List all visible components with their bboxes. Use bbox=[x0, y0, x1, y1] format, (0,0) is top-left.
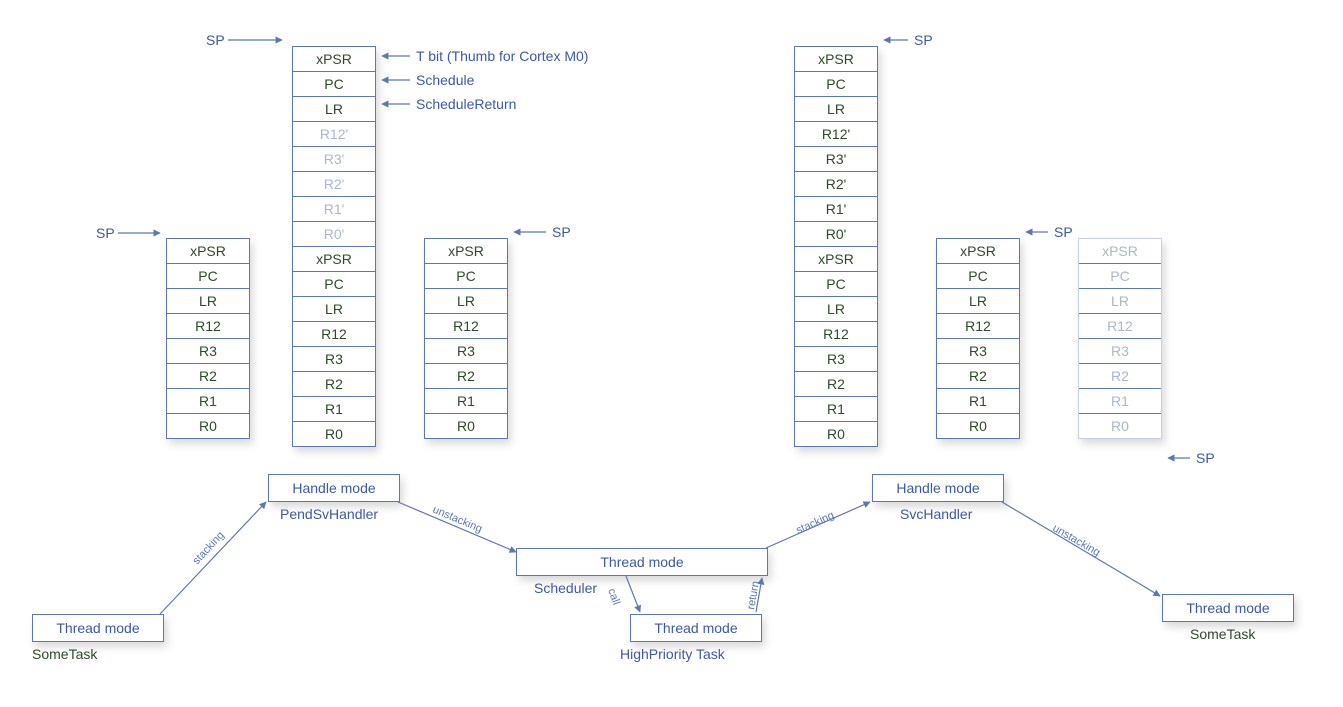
sometask-1-label: SomeTask bbox=[32, 646, 97, 662]
stack-cell: R12' bbox=[795, 121, 877, 146]
sp-label-4: SP bbox=[914, 32, 933, 48]
stack-cell: R1' bbox=[795, 196, 877, 221]
stack-cell: R3 bbox=[1079, 338, 1161, 363]
sp-label-2: SP bbox=[96, 225, 115, 241]
edge-unstacking-2: unstacking bbox=[1051, 522, 1103, 559]
stack-right-small: xPSR PC LR R12 R3 R2 R1 R0 bbox=[936, 238, 1020, 439]
stack-cell: PC bbox=[293, 271, 375, 296]
stack-cell: LR bbox=[167, 288, 249, 313]
stack-cell: PC bbox=[795, 271, 877, 296]
stack-cell: R12' bbox=[293, 121, 375, 146]
svchandler-label: SvcHandler bbox=[900, 506, 972, 522]
stack-cell: R2 bbox=[293, 371, 375, 396]
stack-cell: R12 bbox=[167, 313, 249, 338]
stack-cell: R3' bbox=[795, 146, 877, 171]
stack-cell: R2 bbox=[1079, 363, 1161, 388]
stack-cell: R1 bbox=[293, 396, 375, 421]
stack-cell: R12 bbox=[425, 313, 507, 338]
stack-cell: PC bbox=[937, 263, 1019, 288]
stack-cell: R0 bbox=[795, 421, 877, 446]
stack-cell: R2 bbox=[425, 363, 507, 388]
stack-cell: LR bbox=[795, 296, 877, 321]
annotation-schedule-return: ScheduleReturn bbox=[416, 96, 516, 112]
edge-stacking-2: stacking bbox=[794, 509, 836, 536]
stack-cell: R12 bbox=[1079, 313, 1161, 338]
stack-cell: R3 bbox=[937, 338, 1019, 363]
sp-label-1: SP bbox=[206, 32, 225, 48]
edge-stacking-1: stacking bbox=[190, 529, 226, 567]
sp-label-5: SP bbox=[1054, 224, 1073, 240]
stack-left-small: xPSR PC LR R12 R3 R2 R1 R0 bbox=[166, 238, 250, 439]
stack-cell: LR bbox=[425, 288, 507, 313]
stack-cell: PC bbox=[1079, 263, 1161, 288]
stack-cell: R1 bbox=[425, 388, 507, 413]
stack-cell: LR bbox=[1079, 288, 1161, 313]
stack-cell: R12 bbox=[795, 321, 877, 346]
stack-cell: R0 bbox=[425, 413, 507, 438]
stack-cell: R0 bbox=[937, 413, 1019, 438]
stack-cell: R3' bbox=[293, 146, 375, 171]
stack-cell: xPSR bbox=[795, 246, 877, 271]
stack-cell: R2' bbox=[293, 171, 375, 196]
stack-cell: R12 bbox=[293, 321, 375, 346]
stack-cell: PC bbox=[293, 71, 375, 96]
stack-mid-small: xPSR PC LR R12 R3 R2 R1 R0 bbox=[424, 238, 508, 439]
stack-right-tall: xPSR PC LR R12' R3' R2' R1' R0' xPSR PC … bbox=[794, 46, 878, 447]
stack-cell: R1 bbox=[1079, 388, 1161, 413]
thread-mode-hp: Thread mode bbox=[630, 614, 762, 642]
stack-right-faded: xPSR PC LR R12 R3 R2 R1 R0 bbox=[1078, 238, 1162, 439]
stack-cell: PC bbox=[425, 263, 507, 288]
handle-mode-1: Handle mode bbox=[268, 474, 400, 502]
pendsv-handler-label: PendSvHandler bbox=[280, 506, 378, 522]
annotation-schedule: Schedule bbox=[416, 72, 474, 88]
stack-cell: R2' bbox=[795, 171, 877, 196]
stack-cell: R0' bbox=[293, 221, 375, 246]
sometask-2-label: SomeTask bbox=[1190, 626, 1255, 642]
scheduler-label: Scheduler bbox=[534, 580, 597, 596]
stack-cell: R3 bbox=[167, 338, 249, 363]
stack-cell: PC bbox=[795, 71, 877, 96]
stack-cell: R1 bbox=[795, 396, 877, 421]
highpriority-label: HighPriority Task bbox=[620, 646, 725, 662]
stack-cell: PC bbox=[167, 263, 249, 288]
stack-cell: R0 bbox=[167, 413, 249, 438]
stack-cell: xPSR bbox=[937, 239, 1019, 263]
sp-label-6: SP bbox=[1196, 450, 1215, 466]
stack-cell: R2 bbox=[167, 363, 249, 388]
stack-cell: xPSR bbox=[1079, 239, 1161, 263]
stack-cell: R1 bbox=[167, 388, 249, 413]
stack-cell: R3 bbox=[795, 346, 877, 371]
stack-cell: R0 bbox=[1079, 413, 1161, 438]
stack-cell: R0 bbox=[293, 421, 375, 446]
sp-label-3: SP bbox=[552, 224, 571, 240]
stack-left-tall: xPSR PC LR R12' R3' R2' R1' R0' xPSR PC … bbox=[292, 46, 376, 447]
edge-call: call bbox=[605, 587, 622, 607]
stack-cell: LR bbox=[293, 296, 375, 321]
stack-cell: LR bbox=[937, 288, 1019, 313]
stack-cell: R12 bbox=[937, 313, 1019, 338]
annotation-tbit: T bit (Thumb for Cortex M0) bbox=[416, 48, 588, 64]
thread-mode-right: Thread mode bbox=[1162, 594, 1294, 622]
stack-cell: R2 bbox=[937, 363, 1019, 388]
edge-return: return bbox=[745, 580, 762, 610]
stack-cell: LR bbox=[795, 96, 877, 121]
thread-mode-left: Thread mode bbox=[32, 614, 164, 642]
stack-cell: R3 bbox=[293, 346, 375, 371]
stack-cell: R0' bbox=[795, 221, 877, 246]
stack-cell: xPSR bbox=[293, 246, 375, 271]
stack-cell: R3 bbox=[425, 338, 507, 363]
edge-unstacking-1: unstacking bbox=[431, 504, 484, 536]
stack-cell: R2 bbox=[795, 371, 877, 396]
stack-cell: LR bbox=[293, 96, 375, 121]
stack-cell: R1 bbox=[937, 388, 1019, 413]
stack-cell: xPSR bbox=[795, 47, 877, 71]
stack-cell: xPSR bbox=[167, 239, 249, 263]
stack-cell: xPSR bbox=[293, 47, 375, 71]
handle-mode-2: Handle mode bbox=[872, 474, 1004, 502]
thread-mode-mid: Thread mode bbox=[516, 548, 768, 576]
stack-cell: R1' bbox=[293, 196, 375, 221]
stack-cell: xPSR bbox=[425, 239, 507, 263]
